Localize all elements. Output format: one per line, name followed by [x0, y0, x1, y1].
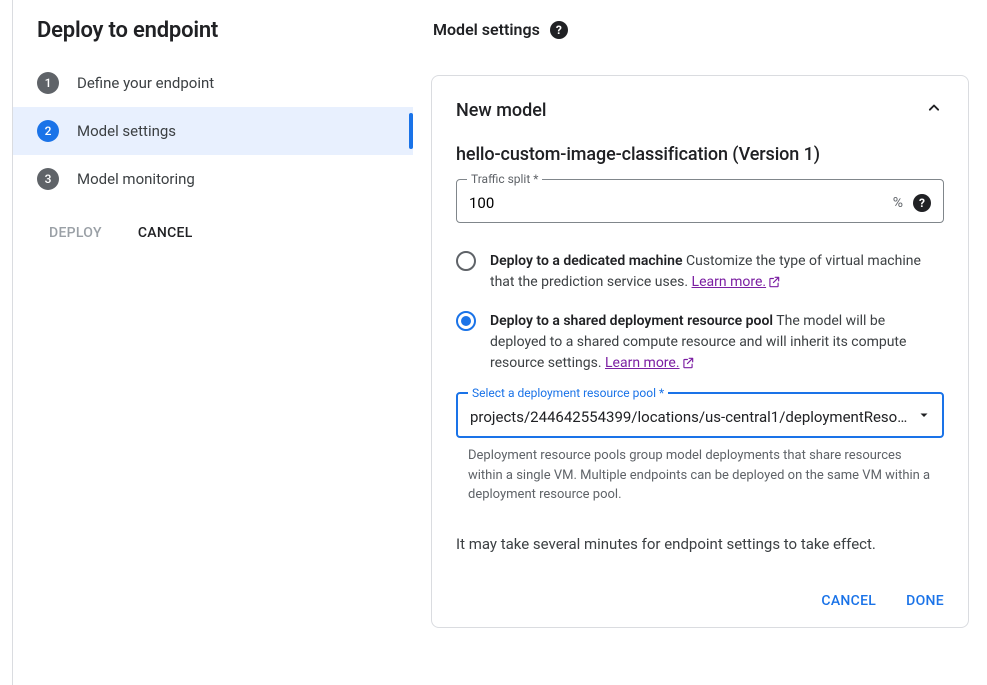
resource-pool-select[interactable]: Select a deployment resource pool * proj… — [456, 392, 944, 438]
resource-pool-helper: Deployment resource pools group model de… — [456, 446, 944, 505]
step-define-endpoint[interactable]: 1 Define your endpoint — [13, 59, 413, 107]
model-name: hello-custom-image-classification (Versi… — [456, 144, 944, 165]
step-model-settings[interactable]: 2 Model settings — [13, 107, 413, 155]
done-button[interactable]: DONE — [906, 593, 944, 609]
card-section-title: New model — [456, 100, 547, 121]
step-number: 1 — [37, 72, 59, 94]
help-icon[interactable]: ? — [913, 194, 931, 212]
learn-more-link[interactable]: Learn more. — [692, 274, 782, 290]
traffic-split-label: Traffic split * — [467, 172, 542, 186]
radio-content: Deploy to a dedicated machine Customize … — [490, 251, 944, 293]
step-label: Model monitoring — [77, 170, 195, 188]
traffic-unit: % — [893, 195, 903, 211]
sidebar-title: Deploy to endpoint — [13, 18, 413, 59]
step-number: 2 — [37, 120, 59, 142]
sidebar-cancel-button[interactable]: CANCEL — [138, 225, 193, 241]
radio-icon — [456, 311, 476, 331]
external-link-icon — [681, 356, 695, 370]
cancel-button[interactable]: CANCEL — [821, 593, 876, 609]
step-model-monitoring[interactable]: 3 Model monitoring — [13, 155, 413, 203]
traffic-split-field[interactable]: Traffic split * % ? — [456, 179, 944, 223]
radio-title: Deploy to a shared deployment resource p… — [490, 313, 773, 329]
step-number: 3 — [37, 168, 59, 190]
deploy-button: DEPLOY — [49, 225, 102, 241]
sidebar-actions: DEPLOY CANCEL — [13, 203, 413, 241]
step-label: Model settings — [77, 122, 176, 140]
traffic-split-input[interactable] — [469, 194, 893, 212]
model-card: New model hello-custom-image-classificat… — [431, 75, 969, 628]
resource-pool-value: projects/244642554399/locations/us-centr… — [470, 408, 912, 426]
page-title: Model settings — [433, 20, 540, 39]
radio-dedicated[interactable]: Deploy to a dedicated machine Customize … — [456, 251, 944, 293]
endpoint-note: It may take several minutes for endpoint… — [456, 535, 944, 553]
chevron-up-icon[interactable] — [924, 98, 944, 122]
chevron-down-icon — [918, 409, 930, 425]
deploy-mode-radio-group: Deploy to a dedicated machine Customize … — [456, 251, 944, 374]
card-actions: CANCEL DONE — [456, 593, 944, 609]
sidebar: Deploy to endpoint 1 Define your endpoin… — [13, 0, 413, 685]
resource-pool-label: Select a deployment resource pool * — [468, 386, 668, 400]
main-header: Model settings ? — [431, 20, 969, 39]
radio-icon — [456, 251, 476, 271]
card-header: New model — [456, 98, 944, 122]
external-link-icon — [767, 275, 781, 289]
radio-shared[interactable]: Deploy to a shared deployment resource p… — [456, 311, 944, 374]
learn-more-link[interactable]: Learn more. — [605, 355, 695, 371]
resource-pool-select-wrap: Select a deployment resource pool * proj… — [456, 392, 944, 505]
step-list: 1 Define your endpoint 2 Model settings … — [13, 59, 413, 203]
main-content: Model settings ? New model hello-custom-… — [413, 0, 987, 685]
help-icon[interactable]: ? — [550, 21, 568, 39]
radio-content: Deploy to a shared deployment resource p… — [490, 311, 944, 374]
step-label: Define your endpoint — [77, 74, 214, 92]
radio-title: Deploy to a dedicated machine — [490, 253, 683, 269]
